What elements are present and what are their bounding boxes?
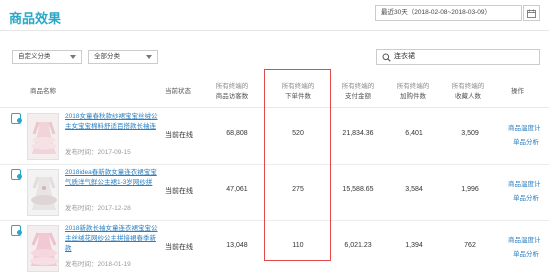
product-thermometer-link[interactable]: 商品温度计 [508,122,541,132]
col-header-action: 操作 [511,88,524,95]
single-item-analysis-link[interactable]: 单品分析 [513,248,539,258]
chevron-down-icon [146,55,152,59]
custom-category-label: 自定义分类 [18,53,51,60]
product-thumbnail[interactable] [27,225,59,272]
single-item-analysis-link[interactable]: 单品分析 [513,192,539,202]
fav-count-cell: 1,996 [461,186,479,193]
publish-time: 发布时间：2018-01-19 [65,261,131,268]
col-header-pay-line2: 支付金额 [345,93,371,100]
status-cell: 当前在线 [165,132,193,139]
col-header-fav-line1: 所有终端的 [451,83,485,90]
col-header-cart-line2: 加购件数 [400,93,426,100]
cart-count-cell: 6,401 [405,130,423,137]
status-cell: 当前在线 [165,188,193,195]
fav-count-cell: 762 [464,242,476,249]
custom-category-select[interactable]: 自定义分类 [12,50,82,64]
product-name-link[interactable]: 2018idea春新款女童连衣裙宝宝气质洋气鲜公主裙1-3岁网纱拼 [65,168,160,188]
col-header-pay-line1: 所有终端的 [341,83,375,90]
date-range-selector[interactable]: 最近30天（2018-02-08~2018-03-09） [375,5,522,21]
publish-time: 发布时间：2017-12-28 [65,205,131,212]
visitors-cell: 68,808 [226,130,248,137]
product-thermometer-link[interactable]: 商品温度计 [508,178,541,188]
calendar-button[interactable] [523,5,540,21]
chevron-down-icon [70,55,76,59]
visitors-cell: 47,061 [226,186,248,193]
single-item-analysis-link[interactable]: 单品分析 [513,136,539,146]
calendar-icon [527,9,536,18]
search-value: 连衣裙 [394,53,415,60]
product-name-link[interactable]: 2018新款长袖女童连衣裙宝宝公主丝绒花网纱公主拼接裙春季新款 [65,224,160,254]
page-title: 商品效果 [9,11,62,26]
mobile-flag-icon [11,169,22,180]
col-header-visitors-line1: 所有终端的 [215,83,249,90]
col-header-visitors-line2: 商品访客数 [215,93,249,100]
pay-amount-cell: 21,834.36 [342,130,374,137]
mobile-flag-icon [11,225,22,236]
publish-time: 发布时间：2017-09-15 [65,149,131,156]
pay-amount-cell: 6,021.23 [344,242,372,249]
col-header-pay-amount[interactable]: 所有终端的 支付金额 [330,82,386,102]
product-name-link[interactable]: 2018女童春秋款纱裙宝宝丝绒公主女宝宝棉料舒适百搭款长袖连 [65,112,160,132]
visitors-cell: 13,048 [226,242,248,249]
product-thumbnail[interactable] [27,169,59,216]
product-thumbnail[interactable] [27,113,59,160]
fav-count-cell: 3,509 [461,130,479,137]
col-header-visitors[interactable]: 所有终端的 商品访客数 [204,82,260,102]
header-divider [0,30,549,31]
col-header-fav-count[interactable]: 所有终端的 收藏人数 [440,82,496,102]
product-thermometer-link[interactable]: 商品温度计 [508,234,541,244]
col-header-cart-count[interactable]: 所有终端的 加购件数 [385,82,441,102]
status-cell: 当前在线 [165,244,193,251]
mobile-flag-icon [11,113,22,124]
col-header-status: 当前状态 [165,88,191,95]
cart-count-cell: 1,394 [405,242,423,249]
col-header-cart-line1: 所有终端的 [396,83,430,90]
search-icon [382,53,391,62]
highlight-box [264,69,331,261]
all-category-label: 全部分类 [94,53,120,60]
search-input[interactable]: 连衣裙 [376,49,540,65]
cart-count-cell: 3,584 [405,186,423,193]
col-header-name: 商品名称 [30,88,56,95]
all-category-select[interactable]: 全部分类 [88,50,158,64]
col-header-fav-line2: 收藏人数 [455,93,481,100]
pay-amount-cell: 15,588.65 [342,186,374,193]
